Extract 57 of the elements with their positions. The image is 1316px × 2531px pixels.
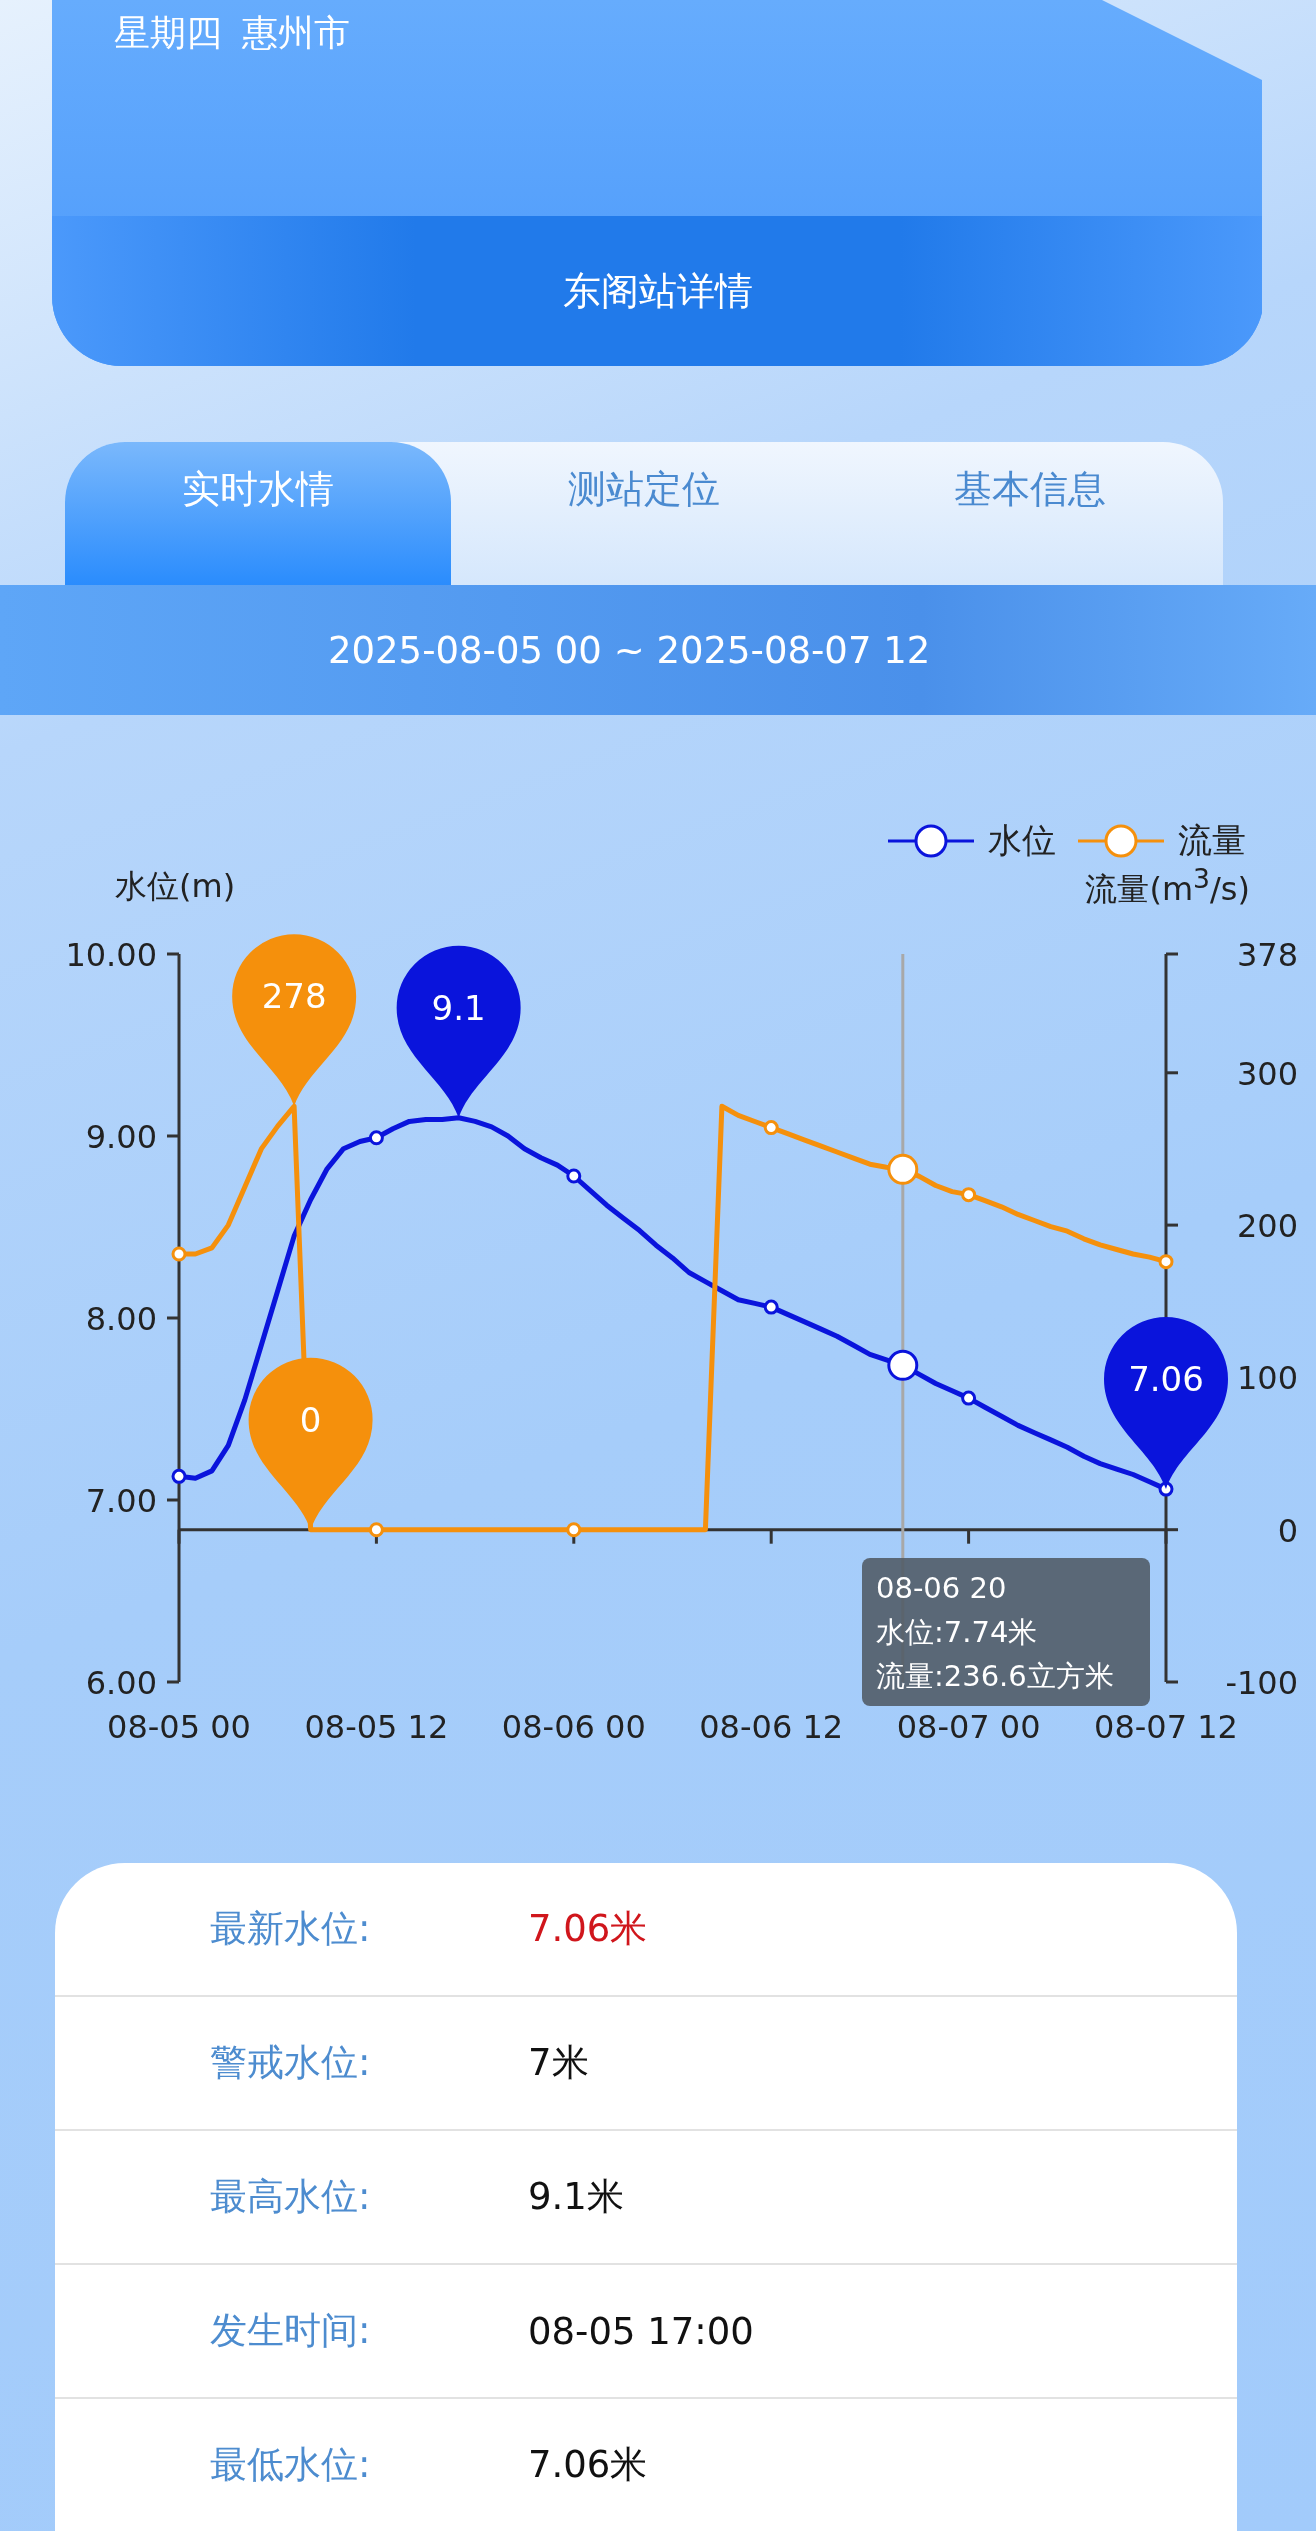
axis-tick-label: 7.00: [85, 1482, 157, 1520]
data-point: [961, 1390, 977, 1406]
axis-tick-label: 08-06 12: [699, 1708, 844, 1746]
station-title: 东阁站详情: [52, 216, 1264, 367]
axis-tick-label: -100: [1225, 1664, 1298, 1702]
axis-tick-label: 08-07 12: [1094, 1708, 1238, 1746]
info-label: 最新水位:: [209, 1906, 372, 1952]
info-label: 最低水位:: [209, 2442, 372, 2488]
info-label: 发生时间:: [209, 2308, 372, 2354]
tab[interactable]: 测站定位: [451, 442, 837, 586]
axis-title: 水位(m): [115, 866, 236, 907]
info-value: 08-05 17:00: [528, 2309, 754, 2353]
axis-tick-label: 8.00: [85, 1300, 157, 1338]
axis-title: 流量(m$^{3}$/s): [1085, 862, 1250, 910]
data-point: [368, 1522, 384, 1538]
tab[interactable]: 实时水情: [65, 442, 451, 586]
weekday-text: 星期四: [114, 11, 222, 55]
legend-label[interactable]: 水位: [988, 818, 1056, 864]
info-value: 7.06米: [528, 1906, 648, 1952]
axis-tick-label: 100: [1236, 1359, 1298, 1398]
axis-tick-label: 300: [1236, 1054, 1298, 1093]
axis-tick-label: 10.00: [65, 936, 157, 974]
axis-tick-label: 9.00: [85, 1118, 157, 1156]
data-point: [171, 1246, 187, 1262]
pin-value-label: 0: [299, 1399, 322, 1440]
data-point: [763, 1299, 779, 1315]
info-value: 7.06米: [528, 2442, 648, 2488]
axis-tick-label: 08-06 00: [501, 1708, 646, 1746]
info-value: 7米: [528, 2040, 589, 2086]
axis-tick-label: 08-05 12: [304, 1708, 449, 1746]
data-point: [1158, 1254, 1174, 1270]
tooltip-text: 流量:236.6立方米: [876, 1658, 1115, 1695]
pin-value-label: 9.1: [431, 987, 486, 1028]
axis-tick-label: 0: [1277, 1511, 1298, 1550]
axis-tick-label: 378: [1236, 936, 1298, 974]
axis-tick-label: 08-05 00: [107, 1708, 251, 1746]
data-point: [961, 1187, 977, 1203]
city-text: 惠州市: [242, 11, 350, 55]
data-point: [368, 1130, 384, 1146]
date-range-text: 2025-08-05 00 ~ 2025-08-07 12: [328, 628, 931, 672]
axis-tick-label: 200: [1236, 1207, 1298, 1246]
pin-value-label: 278: [261, 976, 327, 1017]
axis-tick-label: 6.00: [85, 1664, 157, 1702]
info-value: 9.1米: [528, 2174, 624, 2220]
tooltip-text: 08-06 20: [876, 1570, 1008, 1607]
data-point: [171, 1468, 187, 1484]
info-label: 警戒水位:: [209, 2040, 372, 2086]
legend-label[interactable]: 流量: [1178, 818, 1246, 864]
tab[interactable]: 基本信息: [837, 442, 1223, 586]
data-point: [566, 1522, 582, 1538]
info-label: 最高水位:: [209, 2174, 372, 2220]
axis-tick-label: 08-07 00: [896, 1708, 1041, 1746]
data-point: [763, 1120, 779, 1136]
pin-value-label: 7.06: [1128, 1359, 1204, 1400]
data-point: [566, 1168, 582, 1184]
tooltip-text: 水位:7.74米: [876, 1614, 1039, 1651]
highlighted-point[interactable]: [887, 1349, 919, 1381]
